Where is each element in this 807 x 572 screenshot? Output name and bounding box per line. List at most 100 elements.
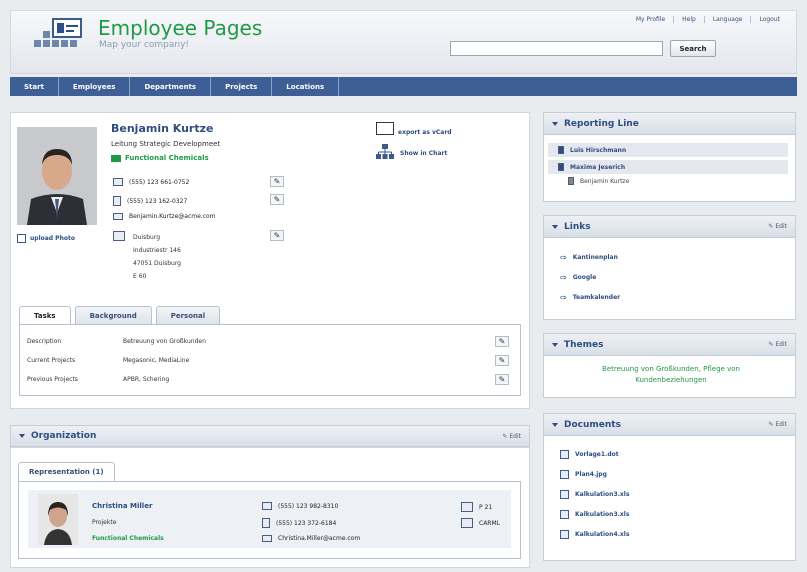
representative-department[interactable]: Functional Chemicals <box>92 535 164 542</box>
person-icon <box>558 146 564 154</box>
arrow-right-icon: ⇨ <box>560 293 567 302</box>
reporting-line-panel: Reporting Line Luis Hirschmann Maxima Je… <box>543 112 796 202</box>
collapse-icon[interactable] <box>552 422 558 427</box>
representative-name[interactable]: Christina Miller <box>92 502 152 510</box>
edit-current-projects-button[interactable]: ✎ <box>495 355 509 366</box>
pencil-icon: ✎ <box>768 421 774 428</box>
email-value[interactable]: Benjamin.Kurtze@acme.com <box>129 213 216 220</box>
person-department[interactable]: Functional Chemicals <box>111 154 209 162</box>
organization-title: Organization <box>31 431 97 441</box>
reporting-item[interactable]: Maxima Jeserich <box>548 160 788 174</box>
task-key: Description <box>27 338 62 345</box>
edit-label: Edit <box>775 421 787 428</box>
document-icon <box>560 530 569 539</box>
main-nav: Start Employees Departments Projects Loc… <box>10 77 797 96</box>
phone-row: (555) 123 661-0752 <box>113 178 189 186</box>
collapse-icon[interactable] <box>552 121 558 126</box>
tab-background[interactable]: Background <box>74 306 152 324</box>
edit-description-button[interactable]: ✎ <box>495 336 509 347</box>
language-link[interactable]: Language <box>703 16 751 23</box>
rep-room-row: P 21 <box>461 502 492 512</box>
reporting-item[interactable]: Luis Hirschmann <box>548 143 788 157</box>
mobile-row: (555) 123 162-0327 <box>113 196 187 206</box>
document-icon <box>560 490 569 499</box>
themes-text: Betreuung von Großkunden, Pflege von Kun… <box>602 365 740 384</box>
detail-tabs: Tasks Background Personal <box>19 306 221 325</box>
person-icon <box>558 163 564 171</box>
nav-locations[interactable]: Locations <box>272 77 340 96</box>
document-item[interactable]: Kalkulation4.xls <box>560 530 629 539</box>
link-label: Kantinenplan <box>572 254 618 261</box>
representative-group: Projekte <box>92 519 117 526</box>
tab-representation[interactable]: Representation (1) <box>18 462 115 481</box>
logo-icon <box>24 18 84 50</box>
collapse-icon[interactable] <box>552 224 558 229</box>
pencil-icon: ✎ <box>502 432 508 440</box>
building-icon <box>461 502 473 512</box>
task-key: Previous Projects <box>27 376 78 383</box>
task-row: Description Betreuung von Großkunden <box>27 338 423 345</box>
top-links: My Profile Help Language Logout <box>628 16 788 23</box>
export-vcard-link[interactable]: export as vCard <box>376 121 452 136</box>
rep-email-value[interactable]: Christina.Miller@acme.com <box>278 535 360 542</box>
edit-address-button[interactable]: ✎ <box>270 230 284 241</box>
arrow-right-icon: ⇨ <box>560 273 567 282</box>
document-icon <box>560 510 569 519</box>
person-department-label: Functional Chemicals <box>125 154 209 162</box>
upload-photo-label: upload Photo <box>30 235 75 242</box>
address-line: E 60 <box>133 273 147 280</box>
collapse-icon[interactable] <box>19 434 25 438</box>
edit-mobile-button[interactable]: ✎ <box>270 194 284 205</box>
show-in-chart-label: Show in Chart <box>400 149 448 157</box>
links-header[interactable]: Links ✎ Edit <box>544 216 795 238</box>
documents-panel: Documents ✎ Edit Vorlage1.dot Plan4.jpg K… <box>543 413 796 561</box>
logout-link[interactable]: Logout <box>750 16 788 23</box>
help-link[interactable]: Help <box>673 16 704 23</box>
reporting-item-current: Benjamin Kurtze <box>568 177 629 185</box>
org-chart-icon <box>376 144 394 162</box>
tab-personal[interactable]: Personal <box>155 306 221 324</box>
show-in-chart-link[interactable]: Show in Chart <box>376 144 447 162</box>
people-icon <box>111 154 121 162</box>
edit-themes-button[interactable]: ✎ Edit <box>768 341 787 348</box>
document-item[interactable]: Kalkulation3.xls <box>560 490 629 499</box>
task-key: Current Projects <box>27 357 76 364</box>
export-vcard-label: export as vCard <box>398 129 452 136</box>
nav-start[interactable]: Start <box>10 77 59 96</box>
edit-links-button[interactable]: ✎ Edit <box>768 223 787 230</box>
organization-header[interactable]: Organization ✎ Edit <box>10 425 530 447</box>
edit-organization-button[interactable]: ✎ Edit <box>502 433 521 440</box>
document-icon <box>560 450 569 459</box>
document-item[interactable]: Vorlage1.dot <box>560 450 619 459</box>
document-item[interactable]: Kalkulation3.xls <box>560 510 629 519</box>
building-icon <box>113 231 125 241</box>
rep-room-value: P 21 <box>479 503 493 511</box>
tab-tasks[interactable]: Tasks <box>19 306 71 325</box>
link-item[interactable]: ⇨ Teamkalender <box>560 293 620 302</box>
edit-previous-projects-button[interactable]: ✎ <box>495 374 509 385</box>
person-role: Leitung Strategic Developmeet <box>111 140 221 148</box>
themes-header[interactable]: Themes ✎ Edit <box>544 334 795 356</box>
reporting-item-label: Luis Hirschmann <box>570 146 627 154</box>
document-icon <box>560 470 569 479</box>
link-item[interactable]: ⇨ Google <box>560 273 596 282</box>
documents-header[interactable]: Documents ✎ Edit <box>544 414 795 436</box>
task-value: Betreuung von Großkunden <box>123 338 206 345</box>
collapse-icon[interactable] <box>552 342 558 347</box>
edit-documents-button[interactable]: ✎ Edit <box>768 421 787 428</box>
links-title: Links <box>564 221 591 232</box>
reporting-line-header[interactable]: Reporting Line <box>544 113 795 135</box>
edit-label: Edit <box>509 432 521 440</box>
person-name: Benjamin Kurtze <box>111 122 214 135</box>
upload-photo-link[interactable]: upload Photo <box>17 234 75 243</box>
link-item[interactable]: ⇨ Kantinenplan <box>560 253 618 262</box>
my-profile-link[interactable]: My Profile <box>628 16 673 23</box>
search-input[interactable] <box>450 41 663 56</box>
nav-departments[interactable]: Departments <box>130 77 212 96</box>
nav-projects[interactable]: Projects <box>211 77 273 96</box>
phone-value: (555) 123 661-0752 <box>129 178 190 186</box>
edit-phone-button[interactable]: ✎ <box>270 176 284 187</box>
search-button[interactable]: Search <box>670 40 716 57</box>
nav-employees[interactable]: Employees <box>59 77 131 96</box>
document-item[interactable]: Plan4.jpg <box>560 470 607 479</box>
